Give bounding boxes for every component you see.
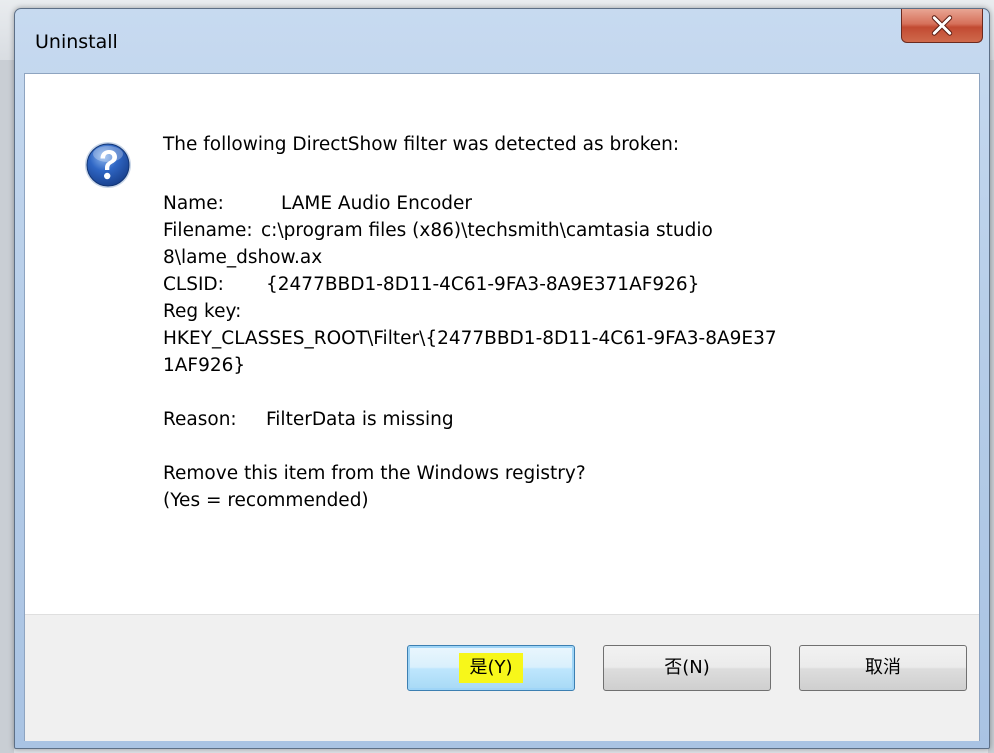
reason-label: Reason: — [163, 409, 237, 430]
yes-button-label: 是(Y) — [459, 653, 523, 683]
close-icon — [931, 15, 953, 36]
cancel-button-label: 取消 — [865, 657, 901, 678]
reason-row: Reason: FilterData is missing — [163, 406, 923, 433]
no-button-label: 否(N) — [664, 657, 710, 678]
background-app-left-edge — [0, 60, 14, 753]
clsid-row: CLSID: {2477BBD1-8D11-4C61-9FA3-8A9E371AF… — [163, 271, 923, 298]
no-button[interactable]: 否(N) — [603, 645, 771, 691]
uninstall-dialog: Uninstall The following DirectShow filte… — [14, 8, 990, 749]
question-icon — [85, 142, 131, 188]
filename-value: c:\program files (x86)\techsmith\camtasi… — [261, 220, 713, 241]
name-value: LAME Audio Encoder — [281, 193, 473, 214]
filename-label: Filename: — [163, 220, 253, 241]
close-button[interactable] — [901, 9, 983, 43]
name-label: Name: — [163, 193, 224, 214]
screen: Uninstall The following DirectShow filte… — [0, 0, 994, 753]
button-bar: 是(Y) 否(N) 取消 — [25, 614, 979, 741]
window-title: Uninstall — [35, 31, 118, 53]
message-text: The following DirectShow filter was dete… — [163, 131, 923, 514]
message-area: The following DirectShow filter was dete… — [25, 74, 979, 614]
cancel-button[interactable]: 取消 — [799, 645, 967, 691]
filename-value-continued: 8\lame_dshow.ax — [163, 247, 323, 268]
yes-button[interactable]: 是(Y) — [407, 645, 575, 691]
regkey-value: HKEY_CLASSES_ROOT\Filter\{2477BBD1-8D11-… — [163, 328, 777, 349]
question-text: Remove this item from the Windows regist… — [163, 463, 586, 484]
dialog-content: The following DirectShow filter was dete… — [24, 73, 980, 741]
filename-row: Filename: c:\program files (x86)\techsmit… — [163, 217, 923, 244]
recommendation-text: (Yes = recommended) — [163, 490, 369, 511]
reason-value: FilterData is missing — [266, 409, 454, 430]
clsid-label: CLSID: — [163, 274, 224, 295]
regkey-value-continued: 1AF926} — [163, 355, 246, 376]
title-bar[interactable]: Uninstall — [15, 9, 989, 73]
clsid-value: {2477BBD1-8D11-4C61-9FA3-8A9E371AF926} — [266, 274, 700, 295]
regkey-label: Reg key: — [163, 301, 242, 322]
name-row: Name: LAME Audio Encoder — [163, 190, 923, 217]
intro-text: The following DirectShow filter was dete… — [163, 134, 680, 155]
